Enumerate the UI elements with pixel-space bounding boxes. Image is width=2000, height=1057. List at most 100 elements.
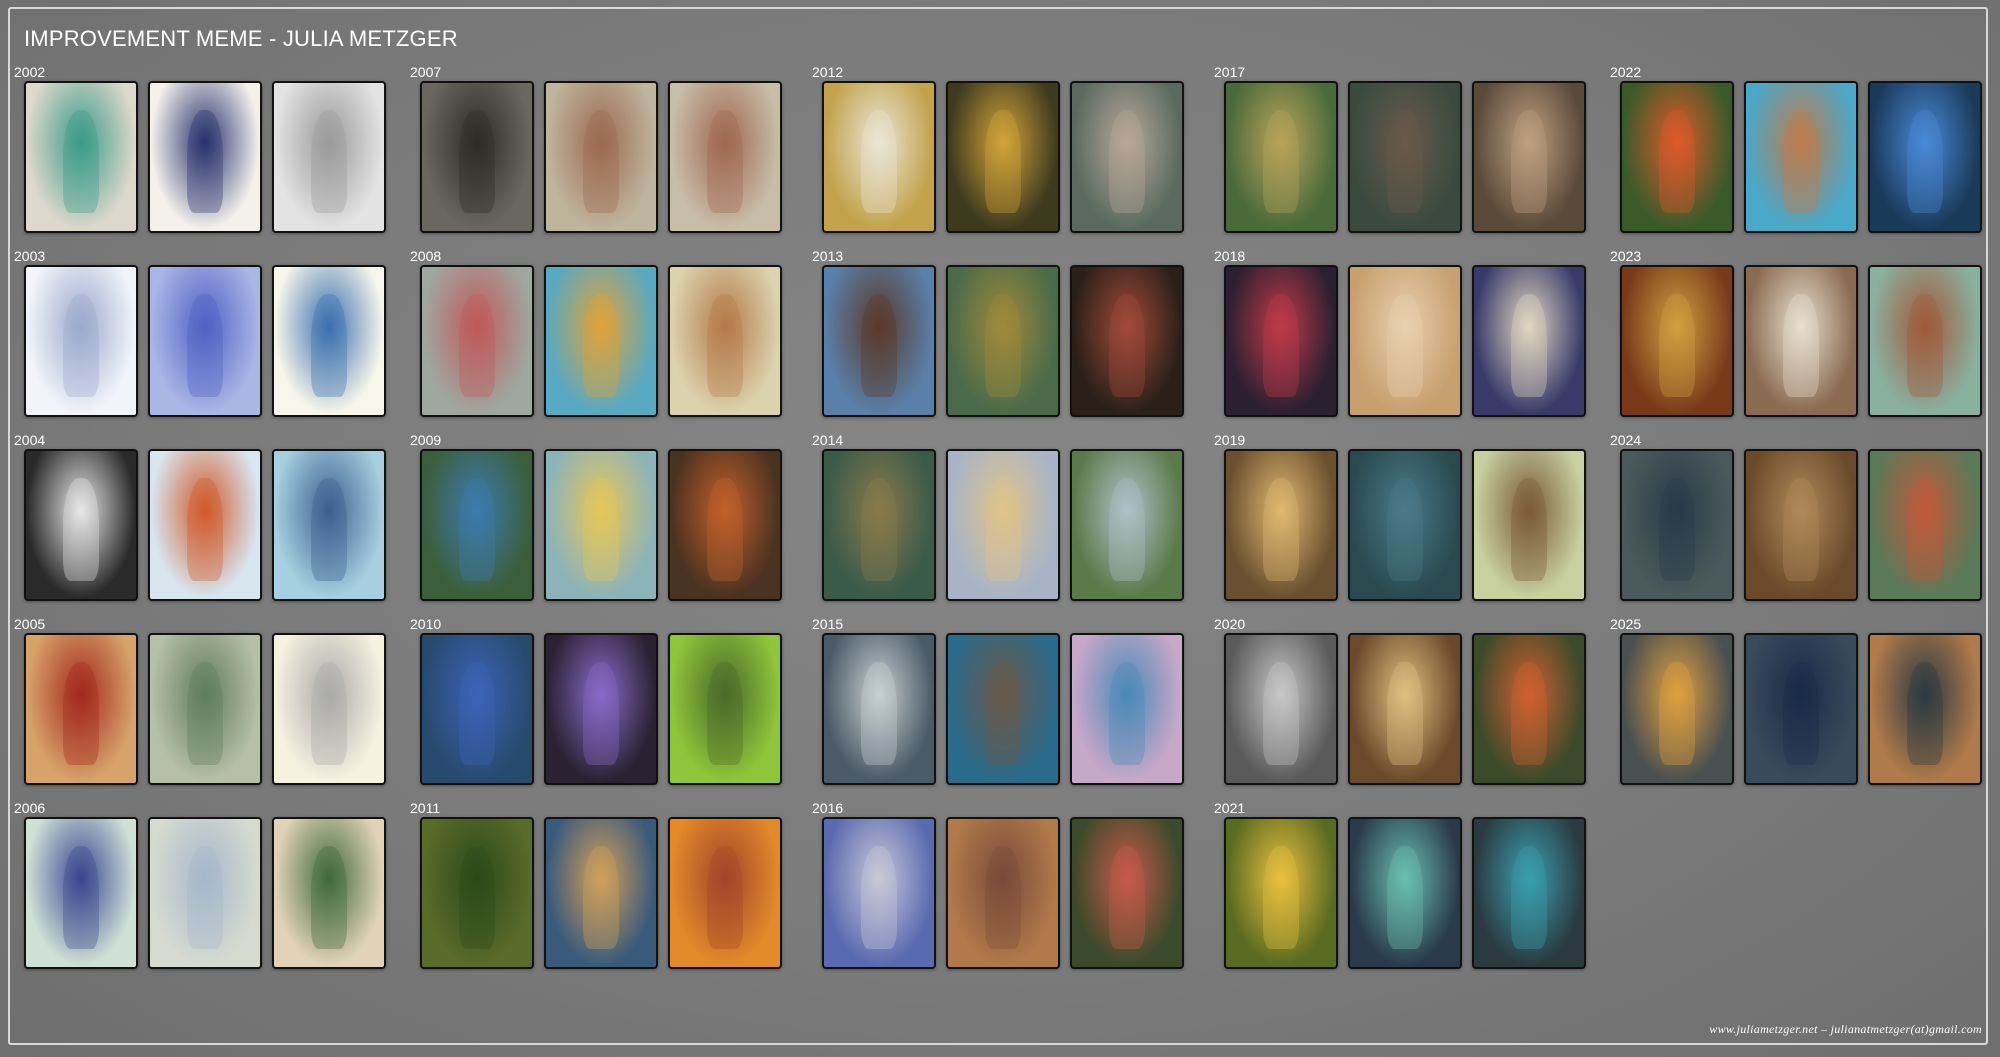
footer-contact: www.juliametzger.net – julianatmetzger(a… (1709, 1022, 1982, 1036)
artwork-thumbnail-2007-1[interactable] (420, 81, 534, 233)
artwork-figure (985, 293, 1021, 398)
artwork-thumbnail-2004-2[interactable] (148, 449, 262, 601)
artwork-thumbnail-2018-2[interactable] (1348, 265, 1462, 417)
artwork-thumbnail-2012-2[interactable] (946, 81, 1060, 233)
artwork-thumbnail-2018-3[interactable] (1472, 265, 1586, 417)
artwork-thumbnail-2017-1[interactable] (1224, 81, 1338, 233)
artwork-thumbnail-2018-1[interactable] (1224, 265, 1338, 417)
artwork-figure (707, 661, 743, 766)
artwork-thumbnail-2021-2[interactable] (1348, 817, 1462, 969)
artwork-thumbnail-2024-1[interactable] (1620, 449, 1734, 601)
artwork-thumbnail-2002-3[interactable] (272, 81, 386, 233)
artwork-thumbnail-2006-1[interactable] (24, 817, 138, 969)
artwork-thumbnail-2023-3[interactable] (1868, 265, 1982, 417)
artwork-thumbnail-2014-3[interactable] (1070, 449, 1184, 601)
artwork-thumbnail-2023-2[interactable] (1744, 265, 1858, 417)
artwork-figure (583, 845, 619, 950)
artwork-thumbnail-2017-2[interactable] (1348, 81, 1462, 233)
artwork-thumbnail-2014-2[interactable] (946, 449, 1060, 601)
artwork-thumbnail-2008-2[interactable] (544, 265, 658, 417)
artwork-thumbnail-2005-1[interactable] (24, 633, 138, 785)
artwork-thumbnail-2017-3[interactable] (1472, 81, 1586, 233)
artwork-thumbnail-2024-2[interactable] (1744, 449, 1858, 601)
artwork-figure (187, 845, 223, 950)
artwork-thumbnail-2025-2[interactable] (1744, 633, 1858, 785)
artwork-figure (1907, 109, 1943, 214)
artwork-thumbnail-2020-2[interactable] (1348, 633, 1462, 785)
artwork-thumbnail-2008-1[interactable] (420, 265, 534, 417)
artwork-thumbnail-2009-2[interactable] (544, 449, 658, 601)
artwork-thumbnail-2003-1[interactable] (24, 265, 138, 417)
artwork-thumbnail-2013-3[interactable] (1070, 265, 1184, 417)
artwork-thumbnail-2011-3[interactable] (668, 817, 782, 969)
artwork-figure (1659, 477, 1695, 582)
artwork-thumbnail-2004-1[interactable] (24, 449, 138, 601)
artwork-thumbnail-2010-3[interactable] (668, 633, 782, 785)
artwork-thumbnail-2021-3[interactable] (1472, 817, 1586, 969)
artwork-thumbnail-2008-3[interactable] (668, 265, 782, 417)
artwork-thumbnail-2007-3[interactable] (668, 81, 782, 233)
artwork-thumbnail-2016-2[interactable] (946, 817, 1060, 969)
artwork-figure (1511, 845, 1547, 950)
artwork-thumbnail-2013-1[interactable] (822, 265, 936, 417)
artwork-thumbnail-2004-3[interactable] (272, 449, 386, 601)
artwork-figure (1907, 661, 1943, 766)
artwork-thumbnail-2020-1[interactable] (1224, 633, 1338, 785)
artwork-thumbnail-2006-3[interactable] (272, 817, 386, 969)
year-label-2005: 2005 (14, 616, 46, 632)
year-label-2009: 2009 (410, 432, 442, 448)
artwork-figure (1263, 661, 1299, 766)
artwork-thumbnail-2022-1[interactable] (1620, 81, 1734, 233)
artwork-thumbnail-2012-1[interactable] (822, 81, 936, 233)
year-label-2025: 2025 (1610, 616, 1642, 632)
artwork-figure (583, 293, 619, 398)
artwork-figure (1387, 109, 1423, 214)
artwork-thumbnail-2009-3[interactable] (668, 449, 782, 601)
artwork-thumbnail-2023-1[interactable] (1620, 265, 1734, 417)
artwork-thumbnail-2010-1[interactable] (420, 633, 534, 785)
artwork-thumbnail-2005-2[interactable] (148, 633, 262, 785)
artwork-thumbnail-2014-1[interactable] (822, 449, 936, 601)
artwork-thumbnail-2019-2[interactable] (1348, 449, 1462, 601)
artwork-thumbnail-2003-2[interactable] (148, 265, 262, 417)
artwork-thumbnail-2025-1[interactable] (1620, 633, 1734, 785)
artwork-thumbnail-2022-3[interactable] (1868, 81, 1982, 233)
artwork-figure (861, 661, 897, 766)
artwork-figure (1511, 477, 1547, 582)
year-label-2002: 2002 (14, 64, 46, 80)
artwork-thumbnail-2009-1[interactable] (420, 449, 534, 601)
artwork-figure (459, 661, 495, 766)
artwork-thumbnail-2015-3[interactable] (1070, 633, 1184, 785)
artwork-figure (187, 477, 223, 582)
artwork-thumbnail-2002-1[interactable] (24, 81, 138, 233)
artwork-thumbnail-2007-2[interactable] (544, 81, 658, 233)
artwork-thumbnail-2020-3[interactable] (1472, 633, 1586, 785)
artwork-thumbnail-2013-2[interactable] (946, 265, 1060, 417)
artwork-thumbnail-2005-3[interactable] (272, 633, 386, 785)
artwork-thumbnail-2011-1[interactable] (420, 817, 534, 969)
artwork-thumbnail-2010-2[interactable] (544, 633, 658, 785)
artwork-thumbnail-2016-1[interactable] (822, 817, 936, 969)
artwork-thumbnail-2021-1[interactable] (1224, 817, 1338, 969)
artwork-figure (1387, 661, 1423, 766)
artwork-thumbnail-2006-2[interactable] (148, 817, 262, 969)
artwork-figure (187, 293, 223, 398)
artwork-thumbnail-2002-2[interactable] (148, 81, 262, 233)
artwork-thumbnail-2015-2[interactable] (946, 633, 1060, 785)
artwork-thumbnail-2024-3[interactable] (1868, 449, 1982, 601)
artwork-thumbnail-2016-3[interactable] (1070, 817, 1184, 969)
year-label-2010: 2010 (410, 616, 442, 632)
artwork-thumbnail-2025-3[interactable] (1868, 633, 1982, 785)
artwork-figure (311, 845, 347, 950)
artwork-figure (63, 845, 99, 950)
artwork-thumbnail-2003-3[interactable] (272, 265, 386, 417)
artwork-figure (1109, 477, 1145, 582)
artwork-thumbnail-2015-1[interactable] (822, 633, 936, 785)
artwork-thumbnail-2012-3[interactable] (1070, 81, 1184, 233)
artwork-thumbnail-2019-1[interactable] (1224, 449, 1338, 601)
artwork-thumbnail-2019-3[interactable] (1472, 449, 1586, 601)
artwork-figure (1109, 661, 1145, 766)
artwork-thumbnail-2022-2[interactable] (1744, 81, 1858, 233)
artwork-figure (707, 845, 743, 950)
artwork-thumbnail-2011-2[interactable] (544, 817, 658, 969)
